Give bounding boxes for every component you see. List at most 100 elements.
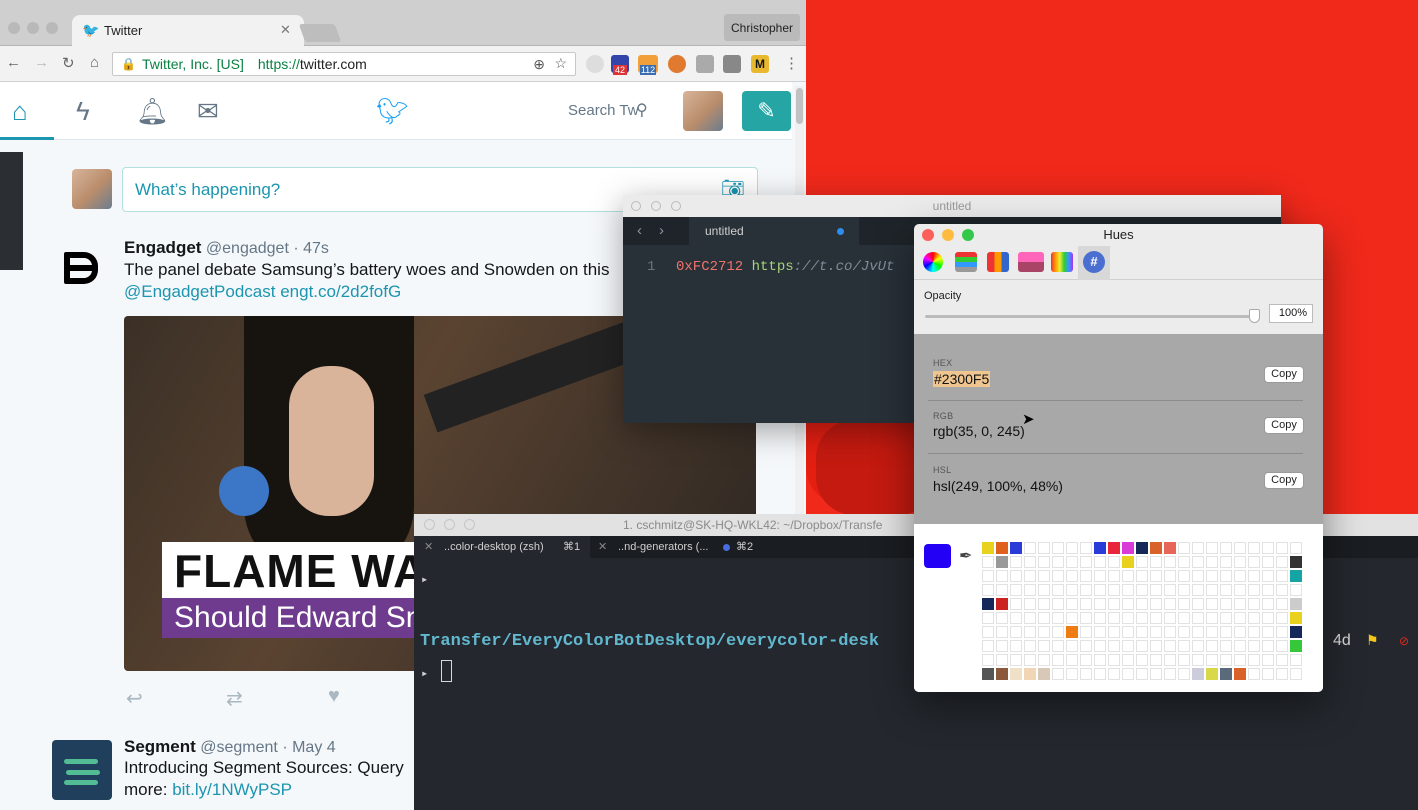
saved-color-cell[interactable]	[1276, 640, 1288, 652]
saved-color-cell[interactable]	[1094, 668, 1106, 680]
saved-color-cell[interactable]	[1010, 542, 1022, 554]
zoom-window-button[interactable]	[671, 201, 681, 211]
saved-color-cell[interactable]	[1122, 542, 1134, 554]
terminal-cursor[interactable]	[441, 660, 452, 682]
saved-color-cell[interactable]	[1248, 668, 1260, 680]
hex-value[interactable]: #2300F5	[933, 371, 991, 387]
saved-color-cell[interactable]	[1276, 598, 1288, 610]
saved-color-cell[interactable]	[1122, 668, 1134, 680]
saved-color-cell[interactable]	[1038, 612, 1050, 624]
saved-color-cell[interactable]	[1150, 654, 1162, 666]
rgb-value[interactable]: rgb(35, 0, 245)	[933, 423, 1025, 439]
close-tab-icon[interactable]: ✕	[424, 536, 433, 558]
saved-color-cell[interactable]	[1276, 668, 1288, 680]
saved-color-cell[interactable]	[1080, 626, 1092, 638]
saved-color-cell[interactable]	[1234, 542, 1246, 554]
saved-color-cell[interactable]	[1038, 584, 1050, 596]
back-icon[interactable]: ←	[6, 54, 21, 71]
profile-button[interactable]: Christopher	[724, 14, 800, 41]
saved-color-cell[interactable]	[982, 598, 994, 610]
saved-color-cell[interactable]	[1276, 654, 1288, 666]
saved-color-cell[interactable]	[1234, 626, 1246, 638]
home-icon[interactable]: ⌂	[90, 54, 99, 71]
saved-color-cell[interactable]	[1080, 570, 1092, 582]
saved-color-cell[interactable]	[1066, 654, 1078, 666]
saved-color-cell[interactable]	[1290, 584, 1302, 596]
saved-color-cell[interactable]	[1290, 542, 1302, 554]
saved-color-cell[interactable]	[1276, 626, 1288, 638]
saved-color-cell[interactable]	[1024, 556, 1036, 568]
saved-color-cell[interactable]	[1108, 598, 1120, 610]
saved-color-cell[interactable]	[1094, 654, 1106, 666]
saved-color-cell[interactable]	[1066, 556, 1078, 568]
saved-color-cell[interactable]	[1262, 542, 1274, 554]
saved-color-cell[interactable]	[1178, 598, 1190, 610]
saved-color-cell[interactable]	[1094, 626, 1106, 638]
saved-color-cell[interactable]	[1010, 626, 1022, 638]
opacity-value-field[interactable]: 100%	[1269, 304, 1313, 323]
saved-color-cell[interactable]	[1038, 654, 1050, 666]
saved-color-cell[interactable]	[1066, 584, 1078, 596]
saved-color-cell[interactable]	[1178, 612, 1190, 624]
saved-color-cell[interactable]	[1234, 640, 1246, 652]
saved-color-cell[interactable]	[1066, 640, 1078, 652]
saved-color-cell[interactable]	[1178, 556, 1190, 568]
saved-color-cell[interactable]	[1150, 626, 1162, 638]
segment-logo[interactable]	[52, 740, 112, 800]
saved-color-cell[interactable]	[1024, 570, 1036, 582]
saved-color-cell[interactable]	[1192, 626, 1204, 638]
saved-color-cell[interactable]	[1108, 556, 1120, 568]
saved-color-cell[interactable]	[1136, 584, 1148, 596]
notifications-bell-icon[interactable]: 🔔︎	[136, 96, 169, 127]
saved-color-cell[interactable]	[1080, 654, 1092, 666]
saved-color-cell[interactable]	[1024, 612, 1036, 624]
saved-color-cell[interactable]	[1094, 542, 1106, 554]
saved-color-cell[interactable]	[1164, 598, 1176, 610]
saved-color-cell[interactable]	[1136, 668, 1148, 680]
saved-color-cell[interactable]	[1206, 556, 1218, 568]
saved-color-cell[interactable]	[996, 668, 1008, 680]
saved-color-cell[interactable]	[1094, 612, 1106, 624]
saved-color-cell[interactable]	[1010, 668, 1022, 680]
saved-color-cell[interactable]	[1178, 542, 1190, 554]
crayons-icon[interactable]	[1051, 252, 1073, 272]
saved-color-cell[interactable]	[1010, 640, 1022, 652]
saved-color-cell[interactable]	[1066, 570, 1078, 582]
saved-color-cell[interactable]	[1290, 570, 1302, 582]
close-window-button[interactable]	[8, 22, 20, 34]
close-window-button[interactable]	[631, 201, 641, 211]
current-color-swatch[interactable]	[924, 544, 951, 568]
saved-color-cell[interactable]	[1066, 542, 1078, 554]
saved-color-cell[interactable]	[1150, 612, 1162, 624]
eyedropper-icon[interactable]: ✒	[959, 546, 972, 566]
saved-color-cell[interactable]	[1206, 598, 1218, 610]
extension-m-icon[interactable]: M	[751, 55, 769, 73]
bookmark-star-icon[interactable]: ☆	[554, 55, 567, 72]
saved-color-cell[interactable]	[1262, 612, 1274, 624]
chevron-right-icon[interactable]: ›	[659, 222, 664, 239]
extension-icon[interactable]	[723, 55, 741, 73]
saved-color-cell[interactable]	[1136, 626, 1148, 638]
forward-icon[interactable]: →	[34, 54, 49, 71]
saved-color-cell[interactable]	[1290, 654, 1302, 666]
extension-icon[interactable]	[586, 55, 604, 73]
saved-color-cell[interactable]	[1234, 556, 1246, 568]
saved-color-cell[interactable]	[1220, 654, 1232, 666]
saved-color-cell[interactable]	[982, 668, 994, 680]
saved-color-cell[interactable]	[1038, 542, 1050, 554]
address-bar[interactable]: 🔒 Twitter, Inc. [US] https://twitter.com…	[112, 52, 576, 76]
saved-color-cell[interactable]	[1164, 584, 1176, 596]
minimize-window-button[interactable]	[942, 229, 954, 241]
saved-color-cell[interactable]	[1038, 598, 1050, 610]
saved-color-cell[interactable]	[996, 584, 1008, 596]
saved-color-cell[interactable]	[1164, 626, 1176, 638]
saved-color-cell[interactable]	[1262, 626, 1274, 638]
saved-color-cell[interactable]	[1066, 668, 1078, 680]
saved-color-cell[interactable]	[982, 542, 994, 554]
image-icon[interactable]	[1018, 252, 1044, 272]
saved-color-cell[interactable]	[996, 640, 1008, 652]
saved-color-cell[interactable]	[1206, 626, 1218, 638]
reply-icon[interactable]: ↩	[126, 686, 143, 711]
saved-color-cell[interactable]	[982, 556, 994, 568]
code-line[interactable]: 0xFC2712 https://t.co/JvUt	[676, 259, 894, 275]
